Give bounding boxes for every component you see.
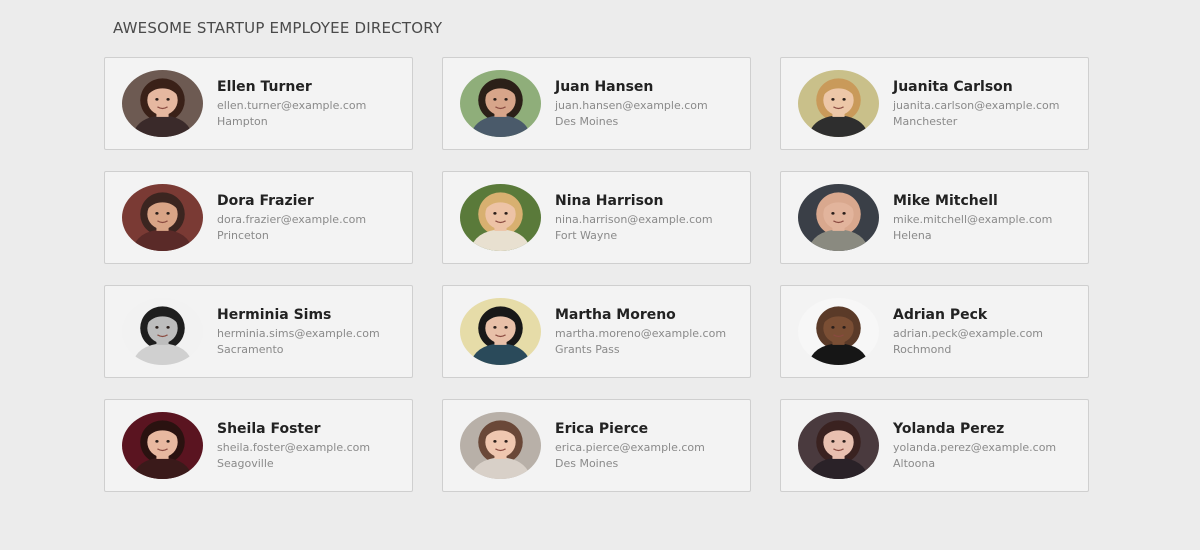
card-info: Juan Hansen juan.hansen@example.com Des … <box>555 78 708 130</box>
employee-email: ellen.turner@example.com <box>217 98 367 112</box>
employee-city: Rochmond <box>893 342 952 356</box>
avatar <box>122 184 203 251</box>
portrait-graphic <box>798 70 879 137</box>
employee-card[interactable]: Nina Harrison nina.harrison@example.com … <box>442 171 751 264</box>
employee-name: Sheila Foster <box>217 420 321 437</box>
employee-gallery: Ellen Turner ellen.turner@example.com Ha… <box>104 57 1089 492</box>
employee-email: erica.pierce@example.com <box>555 440 705 454</box>
employee-name: Martha Moreno <box>555 306 676 323</box>
employee-card[interactable]: Dora Frazier dora.frazier@example.com Pr… <box>104 171 413 264</box>
portrait-graphic <box>122 412 203 479</box>
card-info: Mike Mitchell mike.mitchell@example.com … <box>893 192 1052 244</box>
card-info: Herminia Sims herminia.sims@example.com … <box>217 306 380 358</box>
avatar <box>798 412 879 479</box>
avatar <box>460 298 541 365</box>
employee-email: juan.hansen@example.com <box>555 98 708 112</box>
avatar <box>798 298 879 365</box>
portrait-graphic <box>798 412 879 479</box>
employee-email: mike.mitchell@example.com <box>893 212 1053 226</box>
employee-name: Ellen Turner <box>217 78 312 95</box>
employee-name: Dora Frazier <box>217 192 314 209</box>
card-info: Dora Frazier dora.frazier@example.com Pr… <box>217 192 366 244</box>
avatar <box>122 70 203 137</box>
page-title: AWESOME STARTUP EMPLOYEE DIRECTORY <box>113 19 443 37</box>
avatar <box>460 412 541 479</box>
employee-city: Des Moines <box>555 114 619 128</box>
portrait-graphic <box>460 184 541 251</box>
portrait-graphic <box>798 298 879 365</box>
employee-email: adrian.peck@example.com <box>893 326 1044 340</box>
card-info: Sheila Foster sheila.foster@example.com … <box>217 420 370 472</box>
employee-city: Princeton <box>217 228 269 242</box>
employee-city: Altoona <box>893 456 936 470</box>
employee-city: Grants Pass <box>555 342 620 356</box>
portrait-graphic <box>460 412 541 479</box>
employee-name: Adrian Peck <box>893 306 988 323</box>
portrait-graphic <box>460 298 541 365</box>
card-info: Martha Moreno martha.moreno@example.com … <box>555 306 726 358</box>
employee-card[interactable]: Juanita Carlson juanita.carlson@example.… <box>780 57 1089 150</box>
employee-card[interactable]: Mike Mitchell mike.mitchell@example.com … <box>780 171 1089 264</box>
employee-card[interactable]: Herminia Sims herminia.sims@example.com … <box>104 285 413 378</box>
employee-card[interactable]: Juan Hansen juan.hansen@example.com Des … <box>442 57 751 150</box>
employee-city: Hampton <box>217 114 268 128</box>
avatar <box>460 70 541 137</box>
employee-city: Fort Wayne <box>555 228 618 242</box>
employee-name: Mike Mitchell <box>893 192 998 209</box>
avatar <box>122 412 203 479</box>
employee-city: Des Moines <box>555 456 619 470</box>
employee-card[interactable]: Ellen Turner ellen.turner@example.com Ha… <box>104 57 413 150</box>
employee-city: Sacramento <box>217 342 284 356</box>
employee-name: Yolanda Perez <box>893 420 1005 437</box>
avatar <box>798 184 879 251</box>
employee-email: nina.harrison@example.com <box>555 212 713 226</box>
employee-email: dora.frazier@example.com <box>217 212 367 226</box>
employee-email: sheila.foster@example.com <box>217 440 371 454</box>
card-info: Ellen Turner ellen.turner@example.com Ha… <box>217 78 366 130</box>
portrait-graphic <box>122 70 203 137</box>
employee-email: juanita.carlson@example.com <box>893 98 1060 112</box>
portrait-graphic <box>122 298 203 365</box>
employee-card[interactable]: Yolanda Perez yolanda.perez@example.com … <box>780 399 1089 492</box>
employee-name: Juan Hansen <box>555 78 654 95</box>
employee-city: Manchester <box>893 114 958 128</box>
portrait-graphic <box>122 184 203 251</box>
employee-email: herminia.sims@example.com <box>217 326 380 340</box>
portrait-graphic <box>460 70 541 137</box>
card-info: Nina Harrison nina.harrison@example.com … <box>555 192 713 244</box>
employee-card[interactable]: Erica Pierce erica.pierce@example.com De… <box>442 399 751 492</box>
employee-email: martha.moreno@example.com <box>555 326 727 340</box>
portrait-graphic <box>798 184 879 251</box>
employee-name: Herminia Sims <box>217 306 332 323</box>
avatar <box>460 184 541 251</box>
avatar <box>122 298 203 365</box>
employee-card[interactable]: Martha Moreno martha.moreno@example.com … <box>442 285 751 378</box>
employee-name: Juanita Carlson <box>893 78 1013 95</box>
employee-email: yolanda.perez@example.com <box>893 440 1057 454</box>
card-info: Erica Pierce erica.pierce@example.com De… <box>555 420 705 472</box>
employee-card[interactable]: Adrian Peck adrian.peck@example.com Roch… <box>780 285 1089 378</box>
card-info: Yolanda Perez yolanda.perez@example.com … <box>893 420 1056 472</box>
employee-name: Erica Pierce <box>555 420 649 437</box>
card-info: Juanita Carlson juanita.carlson@example.… <box>893 78 1059 130</box>
employee-name: Nina Harrison <box>555 192 664 209</box>
employee-card[interactable]: Sheila Foster sheila.foster@example.com … <box>104 399 413 492</box>
employee-city: Helena <box>893 228 932 242</box>
avatar <box>798 70 879 137</box>
card-info: Adrian Peck adrian.peck@example.com Roch… <box>893 306 1043 358</box>
employee-city: Seagoville <box>217 456 274 470</box>
